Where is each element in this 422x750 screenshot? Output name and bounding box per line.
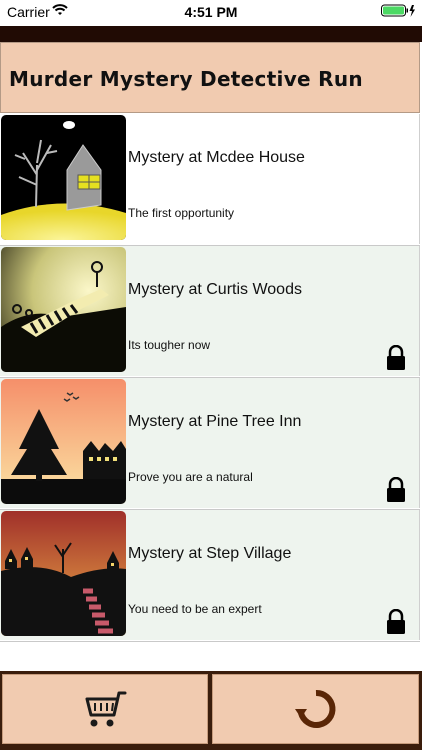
battery-icon — [381, 4, 415, 17]
row-divider — [0, 641, 420, 642]
scene-woods-image — [1, 247, 126, 372]
list-item-mcdee-house[interactable]: Mystery at Mcdee House The first opportu… — [0, 114, 420, 246]
scene-house-image — [1, 115, 126, 240]
shop-button[interactable] — [2, 674, 208, 744]
header-bar: Murder Mystery Detective Run — [0, 42, 420, 113]
level-subtitle: Its tougher now — [128, 338, 211, 352]
level-subtitle: Prove you are a natural — [128, 470, 253, 484]
restart-button[interactable] — [212, 674, 419, 744]
lock-icon — [387, 477, 405, 502]
level-subtitle: The first opportunity — [128, 206, 235, 220]
status-bar: Carrier 4:51 PM — [0, 0, 422, 26]
level-title: Mystery at Step Village — [128, 545, 292, 562]
lock-icon — [387, 345, 405, 370]
restart-icon — [294, 689, 335, 728]
page-title: Murder Mystery Detective Run — [9, 67, 363, 91]
level-title: Mystery at Curtis Woods — [128, 281, 302, 298]
level-subtitle: You need to be an expert — [128, 602, 262, 616]
lock-icon — [387, 609, 405, 634]
level-title: Mystery at Mcdee House — [128, 149, 305, 166]
level-title: Mystery at Pine Tree Inn — [128, 413, 302, 430]
status-time: 4:51 PM — [184, 4, 238, 20]
scene-inn-image — [1, 379, 126, 504]
top-rule — [0, 26, 422, 42]
scene-village-image — [1, 511, 126, 636]
list-item-pine-tree-inn[interactable]: Mystery at Pine Tree Inn Prove you are a… — [0, 378, 420, 510]
list-item-step-village[interactable]: Mystery at Step Village You need to be a… — [0, 510, 420, 642]
list-item-curtis-woods[interactable]: Mystery at Curtis Woods Its tougher now — [0, 246, 420, 378]
bottom-toolbar — [0, 671, 422, 750]
shopping-cart-icon — [85, 691, 127, 727]
